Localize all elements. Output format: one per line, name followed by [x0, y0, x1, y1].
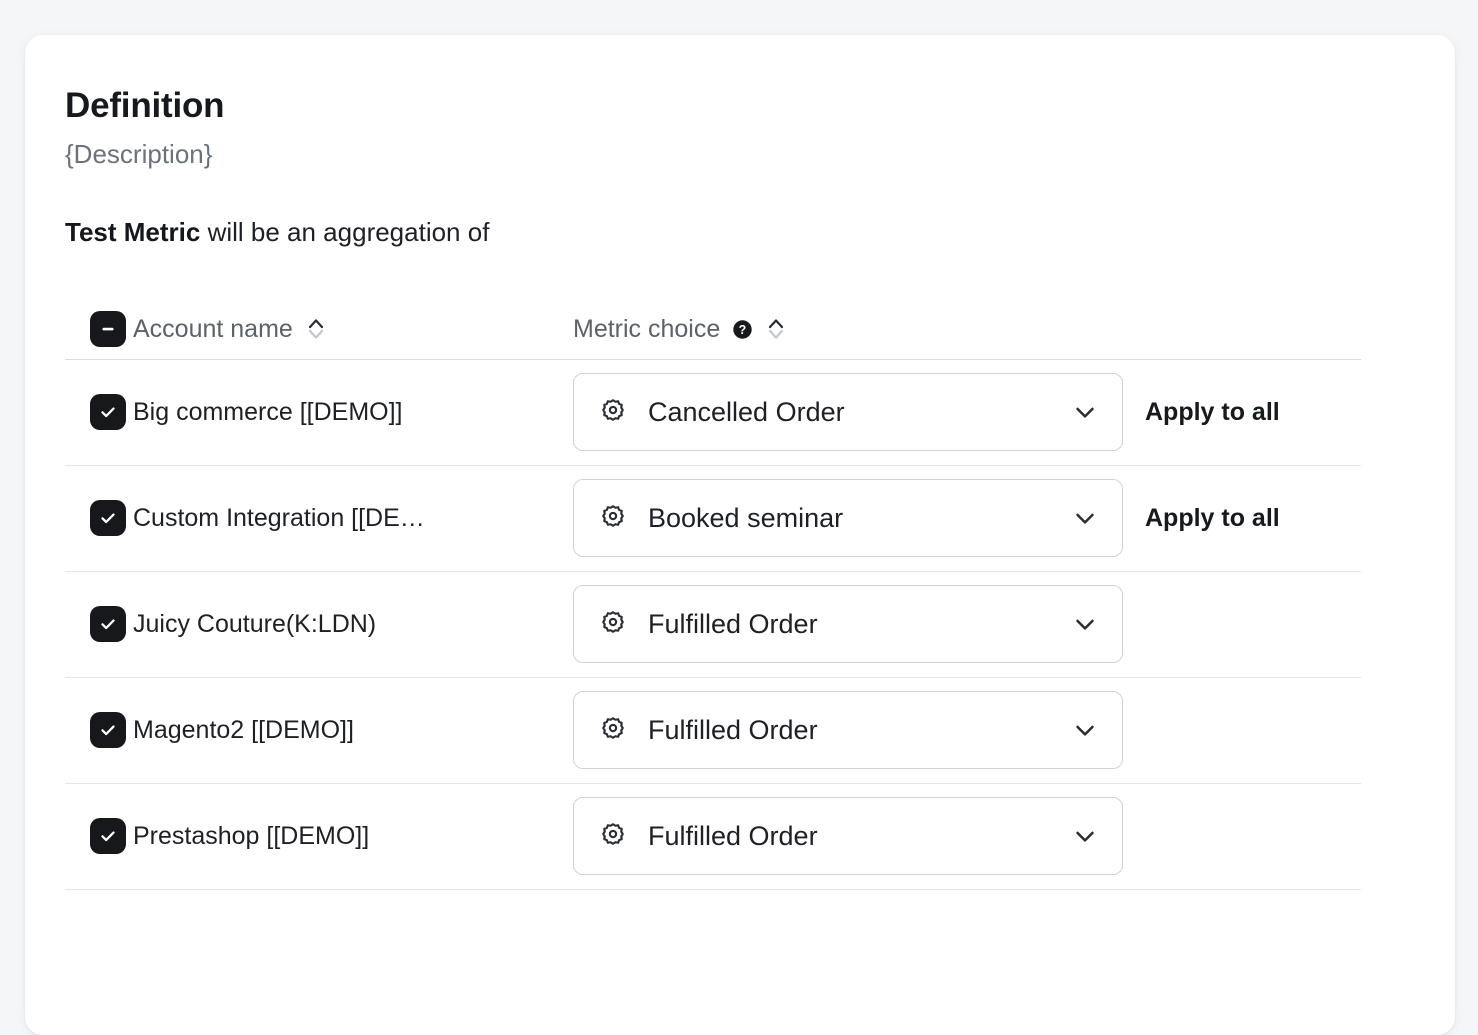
select-all-checkbox[interactable] — [90, 311, 126, 347]
metric-choice-cell: Fulfilled Order — [573, 797, 1133, 875]
check-icon — [98, 508, 118, 528]
apply-to-all-cell: Apply to all — [1133, 398, 1361, 427]
header-select-all-cell — [65, 311, 133, 347]
row-select-cell — [65, 606, 133, 642]
chevron-down-icon[interactable] — [1070, 715, 1100, 745]
check-icon — [98, 720, 118, 740]
table-row: Magento2 [[DEMO]] Fulfilled Order — [65, 678, 1361, 784]
account-name-label: Big commerce [[DEMO]] — [133, 398, 403, 427]
metric-choice-value: Fulfilled Order — [648, 609, 1050, 640]
definition-card: Definition {Description} Test Metric wil… — [25, 35, 1455, 1035]
metric-choice-value: Fulfilled Order — [648, 821, 1050, 852]
account-name-label: Prestashop [[DEMO]] — [133, 822, 369, 851]
row-checkbox[interactable] — [90, 818, 126, 854]
apply-to-all-button[interactable]: Apply to all — [1145, 504, 1280, 533]
svg-text:?: ? — [739, 323, 747, 337]
account-name-cell: Juicy Couture(K:LDN) — [133, 610, 573, 639]
metric-choice-value: Cancelled Order — [648, 397, 1050, 428]
gear-icon — [598, 503, 628, 533]
metric-choice-cell: Fulfilled Order — [573, 585, 1133, 663]
account-name-label: Juicy Couture(K:LDN) — [133, 610, 376, 639]
metric-choice-cell: Cancelled Order — [573, 373, 1133, 451]
chevron-down-icon[interactable] — [1070, 397, 1100, 427]
sort-chevrons-icon-metric[interactable] — [765, 314, 787, 344]
apply-to-all-cell: Apply to all — [1133, 504, 1361, 533]
gear-icon — [598, 821, 628, 851]
check-icon — [98, 614, 118, 634]
row-checkbox[interactable] — [90, 606, 126, 642]
minus-icon — [99, 320, 117, 338]
gear-icon — [598, 609, 628, 639]
table-row: Custom Integration [[DE… Booked seminar … — [65, 466, 1361, 572]
row-select-cell — [65, 818, 133, 854]
metric-name: Test Metric — [65, 217, 200, 247]
chevron-down-icon[interactable] — [1070, 821, 1100, 851]
account-name-cell: Magento2 [[DEMO]] — [133, 716, 573, 745]
check-icon — [98, 402, 118, 422]
gear-icon — [598, 715, 628, 745]
check-icon — [98, 826, 118, 846]
account-name-label: Custom Integration [[DE… — [133, 504, 425, 533]
account-name-cell: Big commerce [[DEMO]] — [133, 398, 573, 427]
metric-choice-cell: Fulfilled Order — [573, 691, 1133, 769]
column-header-account-name: Account name — [133, 315, 293, 344]
table-body: Big commerce [[DEMO]] Cancelled Order Ap… — [65, 360, 1361, 890]
account-name-label: Magento2 [[DEMO]] — [133, 716, 354, 745]
row-checkbox[interactable] — [90, 712, 126, 748]
metric-choice-value: Booked seminar — [648, 503, 1050, 534]
row-select-cell — [65, 712, 133, 748]
header-metric-choice-cell: Metric choice ? — [573, 314, 1133, 344]
metric-choice-value: Fulfilled Order — [648, 715, 1050, 746]
table-row: Prestashop [[DEMO]] Fulfilled Order — [65, 784, 1361, 890]
metric-choice-dropdown[interactable]: Booked seminar — [573, 479, 1123, 557]
header-account-name-cell: Account name — [133, 314, 573, 344]
gear-icon — [598, 397, 628, 427]
metric-choice-dropdown[interactable]: Fulfilled Order — [573, 691, 1123, 769]
account-name-cell: Prestashop [[DEMO]] — [133, 822, 573, 851]
row-checkbox[interactable] — [90, 394, 126, 430]
account-name-cell: Custom Integration [[DE… — [133, 504, 573, 533]
page-description: {Description} — [65, 139, 1415, 170]
column-header-metric-choice: Metric choice — [573, 315, 720, 344]
metric-choice-dropdown[interactable]: Fulfilled Order — [573, 585, 1123, 663]
row-select-cell — [65, 394, 133, 430]
account-metric-table: Account name Metric choice ? — [65, 300, 1361, 890]
apply-to-all-button[interactable]: Apply to all — [1145, 398, 1280, 427]
metric-choice-dropdown[interactable]: Cancelled Order — [573, 373, 1123, 451]
sort-chevrons-icon[interactable] — [305, 314, 327, 344]
help-circle-icon[interactable]: ? — [732, 319, 753, 340]
page-title: Definition — [65, 87, 1415, 126]
aggregation-statement: Test Metric will be an aggregation of — [65, 217, 1415, 248]
chevron-down-icon[interactable] — [1070, 609, 1100, 639]
metric-choice-cell: Booked seminar — [573, 479, 1133, 557]
row-checkbox[interactable] — [90, 500, 126, 536]
card-content: Definition {Description} Test Metric wil… — [25, 35, 1455, 890]
metric-choice-dropdown[interactable]: Fulfilled Order — [573, 797, 1123, 875]
table-header-row: Account name Metric choice ? — [65, 300, 1361, 360]
aggregation-suffix: will be an aggregation of — [200, 217, 489, 247]
table-row: Big commerce [[DEMO]] Cancelled Order Ap… — [65, 360, 1361, 466]
row-select-cell — [65, 500, 133, 536]
chevron-down-icon[interactable] — [1070, 503, 1100, 533]
table-row: Juicy Couture(K:LDN) Fulfilled Order — [65, 572, 1361, 678]
